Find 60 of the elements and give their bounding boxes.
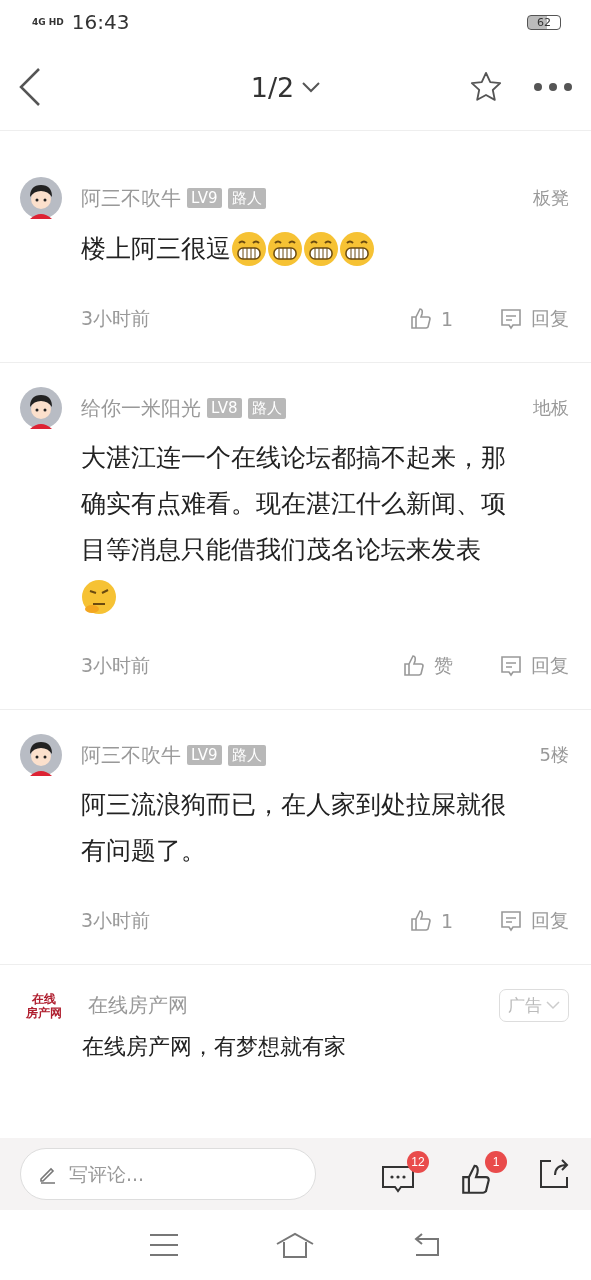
- comment-time: 3小时前: [81, 653, 151, 678]
- reply-button[interactable]: 回复: [499, 306, 569, 332]
- chevron-down-icon: [546, 1001, 560, 1010]
- user-name[interactable]: 阿三不吹牛: [81, 741, 181, 769]
- grin-emoji-icon: [231, 231, 267, 267]
- status-time: 16:43: [71, 10, 130, 34]
- ad-tag-button[interactable]: 广告: [499, 989, 569, 1022]
- advertiser-name[interactable]: 在线房产网: [88, 992, 188, 1019]
- network-indicator: 4G HD: [32, 17, 64, 27]
- thumbs-up-icon: [408, 307, 433, 331]
- role-tag: 路人: [227, 187, 266, 209]
- comment-count-badge: 12: [407, 1151, 429, 1173]
- floor-label: 地板: [533, 396, 569, 420]
- thinking-emoji-icon: [81, 579, 117, 615]
- level-tag: LV9: [187, 745, 222, 765]
- chevron-down-icon[interactable]: [302, 81, 321, 93]
- menu-icon[interactable]: [148, 1233, 179, 1257]
- grin-emoji-icon: [267, 231, 303, 267]
- level-tag: LV9: [187, 188, 222, 208]
- avatar-icon[interactable]: [20, 734, 62, 776]
- like-button[interactable]: 赞: [402, 653, 453, 679]
- star-icon[interactable]: [469, 70, 503, 104]
- comment-time: 3小时前: [81, 306, 151, 331]
- comment-time: 3小时前: [81, 908, 151, 933]
- share-icon[interactable]: [537, 1157, 571, 1191]
- comments-button[interactable]: 12: [381, 1151, 429, 1197]
- like-button[interactable]: 1: [408, 909, 453, 933]
- reply-button[interactable]: 回复: [499, 653, 569, 679]
- home-icon[interactable]: [276, 1232, 315, 1258]
- floor-label: 板凳: [533, 186, 569, 210]
- reply-icon: [499, 909, 523, 933]
- role-tag: 路人: [227, 744, 266, 766]
- battery-level: 62: [527, 14, 561, 30]
- role-tag: 路人: [247, 397, 286, 419]
- reply-icon: [499, 654, 523, 678]
- comment-text: 大湛江连一个在线论坛都搞不起来，那确实有点难看。现在湛江什么新闻、项目等消息只能借我们茂名论坛来发表: [81, 442, 507, 566]
- reply-button[interactable]: 回复: [499, 908, 569, 934]
- user-name[interactable]: 阿三不吹牛: [81, 184, 181, 212]
- comment-field[interactable]: 写评论...: [20, 1148, 316, 1200]
- back-icon[interactable]: [18, 67, 42, 107]
- thumbs-up-icon: [408, 909, 433, 933]
- more-icon[interactable]: [533, 82, 573, 92]
- thumbs-up-icon: [459, 1163, 493, 1197]
- reply-icon: [499, 307, 523, 331]
- grin-emoji-icon: [303, 231, 339, 267]
- avatar-icon[interactable]: [20, 177, 62, 219]
- user-name[interactable]: 给你一米阳光: [81, 394, 201, 422]
- floor-label: 5楼: [539, 743, 569, 767]
- comment-text: 阿三流浪狗而已，在人家到处拉屎就很有问题了。: [81, 789, 507, 867]
- ad-text[interactable]: 在线房产网，有梦想就有家: [22, 1032, 569, 1062]
- like-count-badge: 1: [485, 1151, 507, 1173]
- thumbs-up-icon: [402, 654, 426, 678]
- like-button[interactable]: 1: [408, 307, 453, 331]
- advertiser-logo: 在线 房产网: [25, 991, 63, 1020]
- level-tag: LV8: [207, 398, 242, 418]
- grin-emoji-icon: [339, 231, 375, 267]
- like-post-button[interactable]: 1: [459, 1151, 507, 1197]
- page-indicator[interactable]: 1/2: [250, 71, 295, 103]
- comment-text: 楼上阿三很逗: [81, 233, 231, 265]
- avatar-icon[interactable]: [20, 387, 62, 429]
